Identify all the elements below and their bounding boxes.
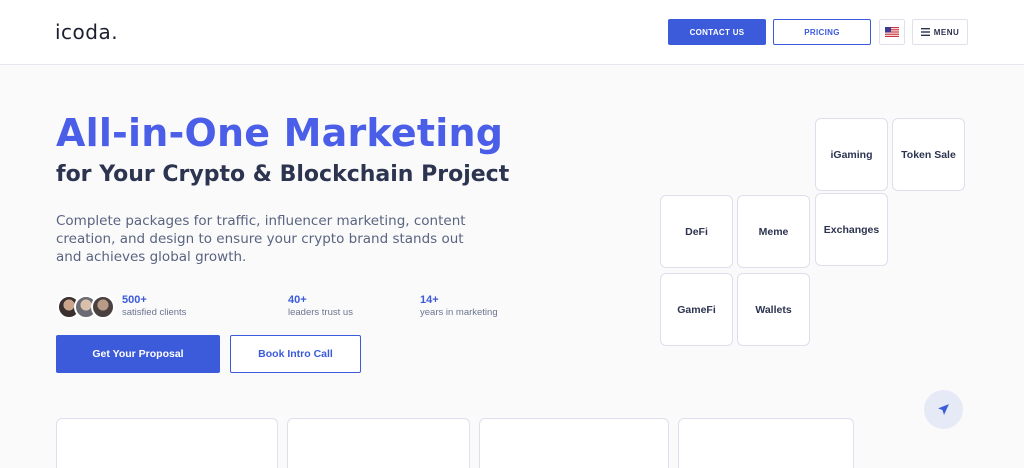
send-message-button[interactable] bbox=[924, 390, 963, 429]
stat-label: years in marketing bbox=[420, 307, 498, 318]
category-tile-defi[interactable]: DeFi bbox=[660, 195, 733, 268]
logo-text: icoda bbox=[55, 20, 112, 44]
stat-value: 500+ bbox=[122, 294, 147, 306]
feature-card bbox=[678, 418, 854, 468]
category-tile-token-sale[interactable]: Token Sale bbox=[892, 118, 965, 191]
category-tile-wallets[interactable]: Wallets bbox=[737, 273, 810, 346]
hero-description: Complete packages for traffic, influence… bbox=[56, 213, 466, 265]
hamburger-icon bbox=[920, 28, 930, 36]
stat-value: 40+ bbox=[288, 294, 307, 306]
stat-label: leaders trust us bbox=[288, 307, 353, 318]
book-intro-call-button[interactable]: Book Intro Call bbox=[230, 335, 361, 373]
hero-title: All-in-One Marketing bbox=[56, 111, 504, 155]
site-header: icoda. CONTACT US PRICING MENU bbox=[0, 0, 1024, 65]
contact-us-button[interactable]: CONTACT US bbox=[668, 19, 766, 45]
stat-value: 14+ bbox=[420, 294, 439, 306]
feature-card bbox=[479, 418, 669, 468]
category-tile-exchanges[interactable]: Exchanges bbox=[815, 193, 888, 266]
hero-subtitle: for Your Crypto & Blockchain Project bbox=[56, 162, 510, 187]
stat-leaders: 40+ leaders trust us bbox=[288, 294, 353, 319]
language-button[interactable] bbox=[879, 19, 905, 45]
feature-card bbox=[287, 418, 470, 468]
get-proposal-button[interactable]: Get Your Proposal bbox=[56, 335, 220, 373]
category-tile-meme[interactable]: Meme bbox=[737, 195, 810, 268]
pricing-button[interactable]: PRICING bbox=[773, 19, 871, 45]
us-flag-icon bbox=[885, 27, 899, 37]
client-avatars bbox=[57, 295, 117, 321]
menu-label: MENU bbox=[933, 27, 960, 37]
stat-years: 14+ years in marketing bbox=[420, 294, 498, 319]
stat-label: satisfied clients bbox=[122, 307, 187, 318]
feature-card bbox=[56, 418, 278, 468]
category-tile-gamefi[interactable]: GameFi bbox=[660, 273, 733, 346]
category-tile-igaming[interactable]: iGaming bbox=[815, 118, 888, 191]
stat-clients: 500+ satisfied clients bbox=[122, 294, 186, 319]
logo-dot: . bbox=[111, 20, 119, 44]
menu-button[interactable]: MENU bbox=[912, 19, 968, 45]
logo[interactable]: icoda. bbox=[55, 20, 118, 44]
avatar bbox=[91, 295, 115, 319]
paper-plane-icon bbox=[938, 404, 949, 415]
